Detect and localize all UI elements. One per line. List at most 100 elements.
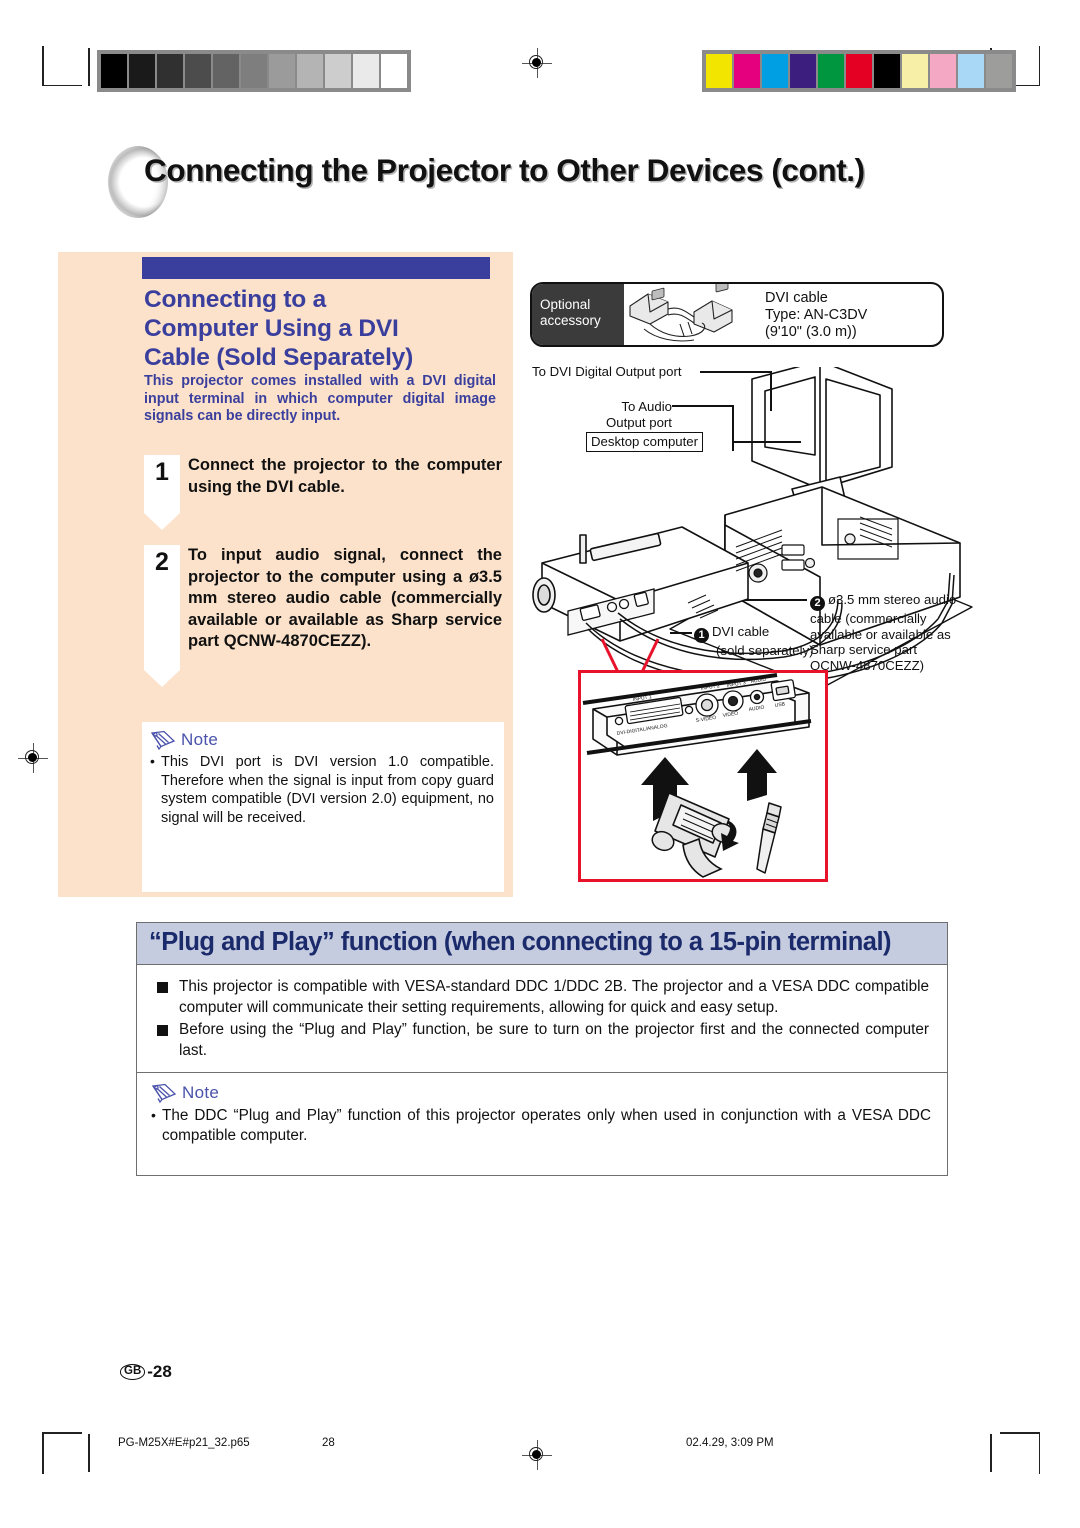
plug-and-play-bullet-list: This projector is compatible with VESA-s…: [155, 977, 929, 1061]
footer-page-number: 28: [322, 1437, 335, 1449]
step-number-2: 2: [144, 545, 180, 687]
step-number-1: 1: [144, 455, 180, 530]
optional-accessory-tag-line-1: Optional: [540, 297, 591, 312]
label-to-audio-line-1: To Audio: [621, 399, 672, 414]
note-box-bottom: Note The DDC “Plug and Play” function of…: [136, 1072, 948, 1176]
section-heading-line-2: Computer Using a DVI: [144, 315, 399, 342]
calibration-swatch: [958, 54, 984, 88]
pencil-icon: [151, 1083, 177, 1103]
callout-1-text: 1 DVI cable (sold separately): [694, 624, 813, 659]
step-text-2: To input audio signal, connect the proje…: [188, 546, 502, 650]
grayscale-calibration-strip: [97, 50, 411, 92]
section-heading-line-3: Cable (Sold Separately): [144, 344, 414, 371]
leader-callout-1: [670, 632, 692, 634]
footer-filename: PG-M25X#E#p21_32.p65: [118, 1437, 250, 1449]
page-title: Connecting the Projector to Other Device…: [144, 152, 865, 188]
plug-and-play-bullet: This projector is compatible with VESA-s…: [155, 977, 929, 1018]
crop-mark-top-left-inner: [88, 48, 92, 86]
dvi-cable-type: Type: AN-C3DV: [765, 307, 868, 323]
calibration-swatch: [790, 54, 816, 88]
calibration-swatch: [185, 54, 211, 88]
calibration-swatch: [874, 54, 900, 88]
plug-and-play-bullet: Before using the “Plug and Play” functio…: [155, 1020, 929, 1061]
callout-number-2: 2: [810, 596, 825, 611]
callout-1-label: DVI cable: [712, 624, 770, 639]
registration-target-bottom: [522, 1440, 552, 1470]
plug-and-play-body: This projector is compatible with VESA-s…: [137, 965, 947, 1077]
dvi-cable-length: (9'10" (3.0 m)): [765, 324, 857, 340]
optional-accessory-tag-line-2: accessory: [540, 313, 601, 328]
note-label-left: Note: [181, 730, 219, 749]
step-item-2: 2 To input audio signal, connect the pro…: [144, 545, 502, 687]
calibration-swatch: [353, 54, 379, 88]
page-number-value: -28: [147, 1362, 172, 1381]
note-item: The DDC “Plug and Play” function of this…: [151, 1105, 931, 1146]
calibration-swatch: [325, 54, 351, 88]
calibration-swatch: [762, 54, 788, 88]
calibration-swatch: [986, 54, 1012, 88]
crop-mark-bottom-right-inner: [990, 1434, 994, 1472]
calibration-swatch: [101, 54, 127, 88]
step-item-1: 1 Connect the projector to the computer …: [144, 455, 502, 530]
plug-and-play-banner: “Plug and Play” function (when connectin…: [137, 923, 947, 965]
section-heading-rule: [142, 257, 490, 279]
label-to-audio-output-port: To Audio Output port: [606, 399, 672, 430]
calibration-swatch: [381, 54, 407, 88]
section-heading: Connecting to a Computer Using a DVI Cab…: [144, 285, 504, 372]
label-desktop-computer: Desktop computer: [586, 432, 704, 452]
footer-timestamp: 02.4.29, 3:09 PM: [686, 1437, 774, 1449]
crop-mark-bottom-left: [42, 1432, 82, 1474]
calibration-swatch: [930, 54, 956, 88]
registration-target-top: [522, 48, 552, 78]
calibration-swatch: [818, 54, 844, 88]
calibration-swatch: [902, 54, 928, 88]
step-text-1: Connect the projector to the computer us…: [188, 456, 502, 496]
crop-mark-top-left: [42, 46, 82, 86]
callout-number-1: 1: [694, 628, 709, 643]
label-dvi-digital-output-port: To DVI Digital Output port: [532, 364, 682, 379]
page-header: Connecting the Projector to Other Device…: [108, 146, 958, 218]
dvi-cable-illustration: [624, 284, 759, 345]
registration-target-left: [18, 743, 48, 773]
note-list-left: This DVI port is DVI version 1.0 compati…: [150, 752, 494, 827]
crop-mark-bottom-right: [1000, 1432, 1040, 1474]
calibration-swatch: [129, 54, 155, 88]
label-to-audio-line-2: Output port: [606, 414, 672, 430]
calibration-swatch: [706, 54, 732, 88]
leader-dvi-output-vert: [770, 371, 772, 411]
dvi-cable-name: DVI cable: [765, 290, 828, 306]
note-list-bottom: The DDC “Plug and Play” function of this…: [151, 1105, 931, 1146]
calibration-swatch: [734, 54, 760, 88]
leader-callout-2: [745, 599, 807, 601]
leader-audio-output-vert: [732, 405, 734, 451]
leader-desktop-computer: [733, 441, 801, 443]
note-box-left: Note This DVI port is DVI version 1.0 co…: [142, 722, 504, 892]
port-detail-inset: INPUT 1 DVI-DIGITAL/ANALOG INPUT 2 S-VID…: [578, 670, 828, 882]
calibration-swatch: [846, 54, 872, 88]
callout-1-sub: (sold separately): [716, 643, 814, 658]
note-label-bottom: Note: [182, 1083, 220, 1102]
note-header-left: Note: [150, 730, 494, 750]
section-intro-text: This projector comes installed with a DV…: [144, 373, 496, 424]
port-detail-illustration: INPUT 1 DVI-DIGITAL/ANALOG INPUT 2 S-VID…: [582, 673, 812, 878]
calibration-swatch: [241, 54, 267, 88]
calibration-swatch: [269, 54, 295, 88]
plug-and-play-section: “Plug and Play” function (when connectin…: [136, 922, 948, 1078]
color-calibration-strip: [702, 50, 1016, 92]
optional-accessory-box: Optional accessory DVI cable Type: AN-C3…: [530, 282, 944, 347]
note-item: This DVI port is DVI version 1.0 compati…: [150, 752, 494, 827]
callout-2-label: ø3.5 mm stereo audio cable (commercially…: [810, 592, 957, 673]
callout-2-text: 2 ø3.5 mm stereo audio cable (commerciall…: [810, 592, 965, 673]
note-header-bottom: Note: [151, 1083, 931, 1103]
calibration-swatch: [157, 54, 183, 88]
connection-diagram: Optional accessory DVI cable Type: AN-C3…: [520, 272, 980, 892]
leader-dvi-output: [700, 371, 772, 373]
section-heading-line-1: Connecting to a: [144, 286, 327, 313]
calibration-swatch: [297, 54, 323, 88]
optional-accessory-description: DVI cable Type: AN-C3DV (9'10" (3.0 m)): [759, 284, 942, 345]
page-number: GB -28: [120, 1362, 172, 1382]
leader-audio-output: [672, 405, 734, 407]
calibration-swatch: [213, 54, 239, 88]
optional-accessory-tag: Optional accessory: [532, 284, 624, 345]
crop-mark-bottom-left-inner: [88, 1434, 92, 1472]
